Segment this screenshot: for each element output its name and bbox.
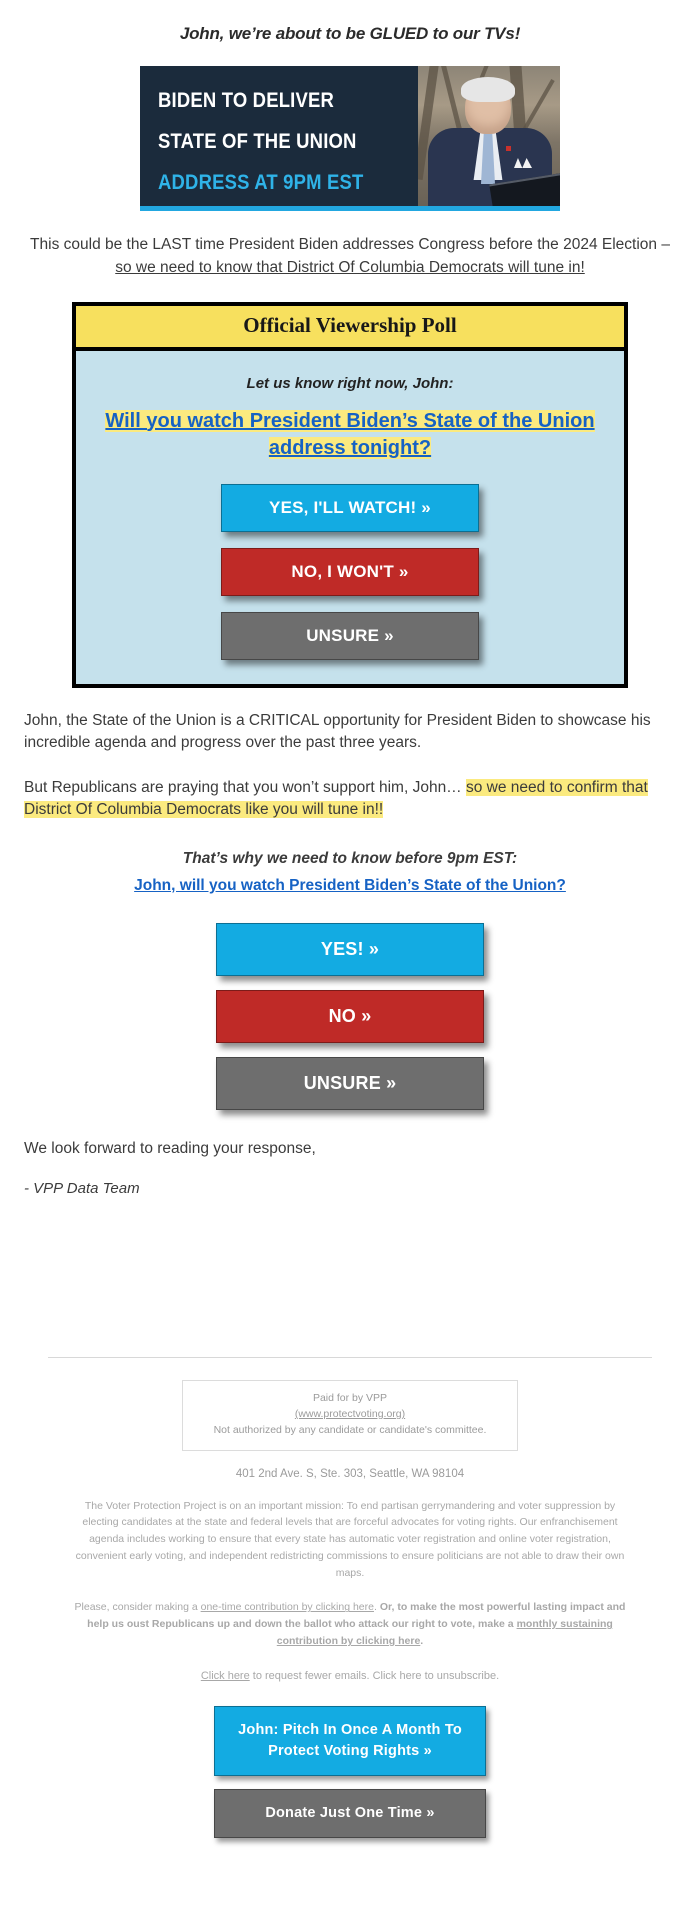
donation-ask: Please, consider making a one-time contr… xyxy=(70,1599,630,1649)
hero-line-1: BIDEN TO DELIVER xyxy=(158,89,335,112)
poll-question-link[interactable]: Will you watch President Biden’s State o… xyxy=(105,409,595,459)
hero-text-block: BIDEN TO DELIVER STATE OF THE UNION ADDR… xyxy=(140,66,418,206)
body-paragraph-2: But Republicans are praying that you won… xyxy=(0,777,700,822)
website-line: (www.protectvoting.org) xyxy=(193,1407,507,1423)
footer-cta-group: John: Pitch In Once A Month To Protect V… xyxy=(24,1705,676,1838)
hero-banner[interactable]: BIDEN TO DELIVER STATE OF THE UNION ADDR… xyxy=(140,66,560,211)
poll-button-yes[interactable]: YES, I'LL WATCH! » xyxy=(221,483,479,532)
cta-button-no[interactable]: NO » xyxy=(216,990,484,1044)
fewer-emails-link[interactable]: Click here xyxy=(201,1670,250,1682)
cta-button-yes[interactable]: YES! » xyxy=(216,923,484,977)
paid-for-disclaimer: Paid for by VPP (www.protectvoting.org) … xyxy=(182,1380,518,1451)
unsubscribe-line: Click here to request fewer emails. Clic… xyxy=(24,1670,676,1682)
email-footer: Paid for by VPP (www.protectvoting.org) … xyxy=(0,1357,700,1875)
president-biden-photo xyxy=(418,66,560,206)
not-authorized-line: Not authorized by any candidate or candi… xyxy=(213,1423,487,1436)
footer-divider xyxy=(48,1357,652,1359)
poll-header: Official Viewership Poll xyxy=(72,301,628,351)
body-paragraph-1: John, the State of the Union is a CRITIC… xyxy=(24,711,651,752)
closing-text: We look forward to reading your response… xyxy=(24,1140,316,1158)
hero-line-3: ADDRESS AT 9PM EST xyxy=(158,171,364,194)
poll-button-no[interactable]: NO, I WON'T » xyxy=(221,547,479,596)
one-time-contribution-link[interactable]: one-time contribution by clicking here xyxy=(201,1601,374,1613)
body-p2-plain: But Republicans are praying that you won… xyxy=(24,778,466,796)
intro-plain: This could be the LAST time President Bi… xyxy=(30,236,670,253)
intro-paragraph: This could be the LAST time President Bi… xyxy=(0,233,700,280)
ask-end: . xyxy=(420,1635,424,1648)
footer-button-monthly[interactable]: John: Pitch In Once A Month To Protect V… xyxy=(214,1705,486,1776)
poll-body: Let us know right now, John: Will you wa… xyxy=(72,350,628,688)
footer-button-one-time[interactable]: Donate Just One Time » xyxy=(214,1788,486,1838)
poll-kicker: Let us know right now, John: xyxy=(246,374,454,392)
unsub-text: to request fewer emails. Click here to u… xyxy=(249,1669,500,1682)
mission-statement: The Voter Protection Project is on an im… xyxy=(75,1499,625,1579)
cta-kicker: That’s why we need to know before 9pm ES… xyxy=(182,850,518,867)
viewership-poll: Official Viewership Poll Let us know rig… xyxy=(72,301,628,688)
website-link[interactable]: (www.protectvoting.org) xyxy=(295,1408,405,1420)
paid-for-line: Paid for by VPP xyxy=(312,1392,388,1405)
poll-question: Will you watch President Biden’s State o… xyxy=(94,408,606,462)
hero-line-2: STATE OF THE UNION xyxy=(158,130,357,153)
intro-link[interactable]: so we need to know that District Of Colu… xyxy=(115,259,585,276)
cta-button-group: YES! » NO » UNSURE » xyxy=(0,923,700,1111)
ask-intro: Please, consider making a xyxy=(74,1601,201,1614)
cta-button-unsure[interactable]: UNSURE » xyxy=(216,1057,484,1111)
signature-text: - VPP Data Team xyxy=(24,1180,140,1198)
cta-question: John, will you watch President Biden’s S… xyxy=(0,875,700,898)
mailing-address: 401 2nd Ave. S, Ste. 303, Seattle, WA 98… xyxy=(235,1467,465,1480)
preheader-text: John, we’re about to be GLUED to our TVs… xyxy=(179,24,521,43)
poll-button-unsure[interactable]: UNSURE » xyxy=(221,611,479,660)
email-body: John, we’re about to be GLUED to our TVs… xyxy=(0,0,700,1875)
cta-question-link[interactable]: John, will you watch President Biden’s S… xyxy=(134,877,566,894)
